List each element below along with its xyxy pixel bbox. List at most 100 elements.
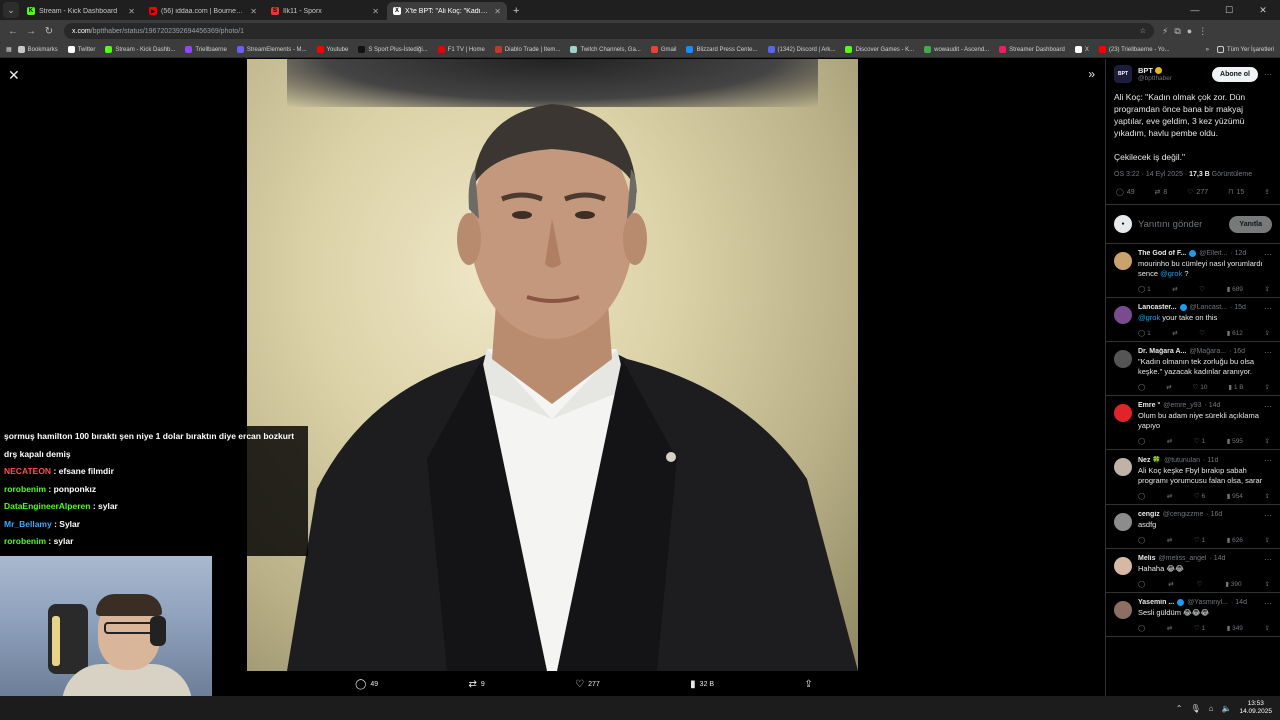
reply-mention[interactable]: @grok <box>1160 269 1182 278</box>
reply-reply-button[interactable]: ◯ 1 <box>1138 329 1151 337</box>
chat-username[interactable]: DataEngineerAlperen <box>4 501 90 511</box>
reply-avatar[interactable] <box>1114 404 1132 422</box>
reply-reply-button[interactable]: ◯ <box>1138 536 1145 544</box>
chat-username[interactable]: rorobenim <box>4 484 46 494</box>
system-clock[interactable]: 13:53 14.09.2025 <box>1239 700 1272 716</box>
reply-item[interactable]: Nez 🍀 @tutunulan · 11d Ali Koç keşke Fby… <box>1106 450 1280 505</box>
minimize-icon[interactable]: — <box>1178 0 1212 20</box>
reply-author-name[interactable]: Melis <box>1138 555 1156 562</box>
bookmark-item[interactable]: Bookmarks <box>17 46 58 53</box>
reply-author-handle[interactable]: @Mağara... <box>1189 348 1226 355</box>
reply-reply-button[interactable]: ◯ <box>1138 492 1145 500</box>
reply-avatar[interactable] <box>1114 458 1132 476</box>
volume-icon[interactable]: 🔈 <box>1221 704 1231 713</box>
reply-item[interactable]: Emre ° @emre_y93 · 14d Olum bu adam niye… <box>1106 396 1280 450</box>
media-views-button[interactable]: ▮ 32 B <box>690 679 714 690</box>
reply-like-button[interactable]: ♡ <box>1199 329 1205 337</box>
reply-share-icon[interactable]: ⇪ <box>1265 492 1270 500</box>
post-repost-button[interactable]: ⇄ 8 <box>1155 188 1168 197</box>
browser-tab[interactable]: X X'te BPT: "Ali Koç: "Kadın olmak✕ <box>387 2 507 20</box>
back-icon[interactable]: ← <box>4 26 22 37</box>
reply-more-options-icon[interactable]: ⋯ <box>1264 456 1272 465</box>
all-bookmarks-folder[interactable]: Tüm Yer İşaretleri <box>1216 46 1274 53</box>
tab-close-icon[interactable]: ✕ <box>494 7 501 16</box>
media-repost-button[interactable]: ⇄ 9 <box>469 679 485 690</box>
bookmark-item[interactable]: Twitch Channels, Ga... <box>570 46 641 53</box>
close-window-icon[interactable]: ✕ <box>1246 0 1280 20</box>
reply-author-name[interactable]: Nez 🍀 <box>1138 456 1161 464</box>
reply-views-button[interactable]: ▮ 626 <box>1227 536 1243 544</box>
reload-icon[interactable]: ↻ <box>40 26 58 37</box>
forward-icon[interactable]: → <box>22 26 40 37</box>
reply-more-options-icon[interactable]: ⋯ <box>1264 348 1272 357</box>
reply-time[interactable]: · 16d <box>1229 348 1245 355</box>
reply-share-icon[interactable]: ⇪ <box>1265 624 1270 632</box>
reply-views-button[interactable]: ▮ 349 <box>1227 624 1243 632</box>
reply-time[interactable]: · 14d <box>1231 599 1247 606</box>
reply-views-button[interactable]: ▮ 689 <box>1227 285 1243 293</box>
bookmark-item[interactable]: StreamElements - M... <box>236 46 307 53</box>
reply-mention[interactable]: @grok <box>1138 313 1160 322</box>
bookmark-item[interactable]: S Sport Plus-İstediği... <box>358 46 428 53</box>
reply-views-button[interactable]: ▮ 954 <box>1227 492 1243 500</box>
reply-avatar[interactable] <box>1114 306 1132 324</box>
toggle-sidebar-icon[interactable]: » <box>1088 67 1095 81</box>
mic-icon[interactable]: 🎙 <box>1190 704 1200 713</box>
reply-more-options-icon[interactable]: ⋯ <box>1264 250 1272 259</box>
reply-avatar[interactable] <box>1114 513 1132 531</box>
bookmark-item[interactable]: (23) Triellbaerne - Yo... <box>1098 46 1170 53</box>
reply-share-icon[interactable]: ⇪ <box>1265 580 1270 588</box>
bookmark-item[interactable]: (1342) Discord | Ark... <box>767 46 835 53</box>
reply-like-button[interactable]: ♡ 1 <box>1194 437 1205 445</box>
tab-search-icon[interactable]: ⌄ <box>3 2 19 18</box>
tab-close-icon[interactable]: ✕ <box>128 7 135 16</box>
bookmark-item[interactable]: X <box>1074 46 1089 53</box>
extensions-puzzle-icon[interactable]: ⧉ <box>1174 26 1180 37</box>
reply-reply-button[interactable]: ◯ 1 <box>1138 285 1151 293</box>
network-icon[interactable]: ⌂ <box>1209 704 1214 713</box>
bookmark-item[interactable]: Gmail <box>650 46 676 53</box>
reply-share-icon[interactable]: ⇪ <box>1265 437 1270 445</box>
reply-time[interactable]: · 15d <box>1230 304 1246 311</box>
reply-repost-button[interactable]: ⇄ <box>1167 624 1172 632</box>
media-reply-button[interactable]: ◯ 49 <box>355 679 378 690</box>
reply-like-button[interactable]: ♡ <box>1199 285 1205 293</box>
reply-views-button[interactable]: ▮ 1 B <box>1228 383 1243 391</box>
chat-username[interactable]: Mr_Bellamy <box>4 519 52 529</box>
bookmark-item[interactable]: F1 TV | Home <box>437 46 485 53</box>
reply-repost-button[interactable]: ⇄ <box>1172 329 1177 337</box>
bookmark-item[interactable]: Triellbaerne <box>185 46 227 53</box>
reply-repost-button[interactable]: ⇄ <box>1166 383 1171 391</box>
maximize-icon[interactable]: ☐ <box>1212 0 1246 20</box>
reply-more-options-icon[interactable]: ⋯ <box>1264 555 1272 564</box>
chat-username[interactable]: rorobenim <box>4 536 46 546</box>
reply-like-button[interactable]: ♡ 1 <box>1194 624 1205 632</box>
reply-input[interactable]: Yanıtını gönder <box>1138 219 1229 230</box>
chat-username[interactable]: NECATEON <box>4 466 51 476</box>
reply-avatar[interactable] <box>1114 350 1132 368</box>
reply-like-button[interactable]: ♡ 6 <box>1194 492 1205 500</box>
reply-time[interactable]: · 12d <box>1230 250 1246 257</box>
reply-author-name[interactable]: Emre ° <box>1138 402 1160 409</box>
bookmark-item[interactable]: Streamer Dashboard <box>999 46 1065 53</box>
reply-submit-button[interactable]: Yanıtla <box>1229 215 1272 233</box>
reply-avatar[interactable] <box>1114 557 1132 575</box>
reply-share-icon[interactable]: ⇪ <box>1265 536 1270 544</box>
reply-author-handle[interactable]: @Elleit... <box>1199 250 1227 257</box>
reply-author-handle[interactable]: @emre_y93 <box>1163 402 1201 409</box>
bookmark-item[interactable]: Diablo Trade | Item... <box>494 46 560 53</box>
author-handle[interactable]: @bptthaber <box>1138 75 1172 82</box>
bookmark-item[interactable]: Youtube <box>316 46 348 53</box>
close-viewer-icon[interactable]: ✕ <box>8 67 20 84</box>
reply-item[interactable]: Yasemin ... @Yasminyl... · 14d Sesli gül… <box>1106 593 1280 637</box>
reply-item[interactable]: Dr. Mağara A... @Mağara... · 16d "Kadın … <box>1106 342 1280 396</box>
reply-time[interactable]: · 14d <box>1205 402 1221 409</box>
reply-item[interactable]: cengiz @cengizzme · 16d asdfg ◯ ⇄ ♡ 1 ▮ … <box>1106 505 1280 549</box>
reply-author-name[interactable]: cengiz <box>1138 511 1160 518</box>
tray-chevron-icon[interactable]: ⌃ <box>1176 704 1183 713</box>
reply-author-handle[interactable]: @tutunulan <box>1164 457 1200 464</box>
reply-share-icon[interactable]: ⇪ <box>1265 285 1270 293</box>
new-tab-button[interactable]: + <box>513 2 519 20</box>
bookmark-item[interactable]: Twitter <box>67 46 95 53</box>
reply-author-handle[interactable]: @meliss_angel <box>1159 555 1207 562</box>
